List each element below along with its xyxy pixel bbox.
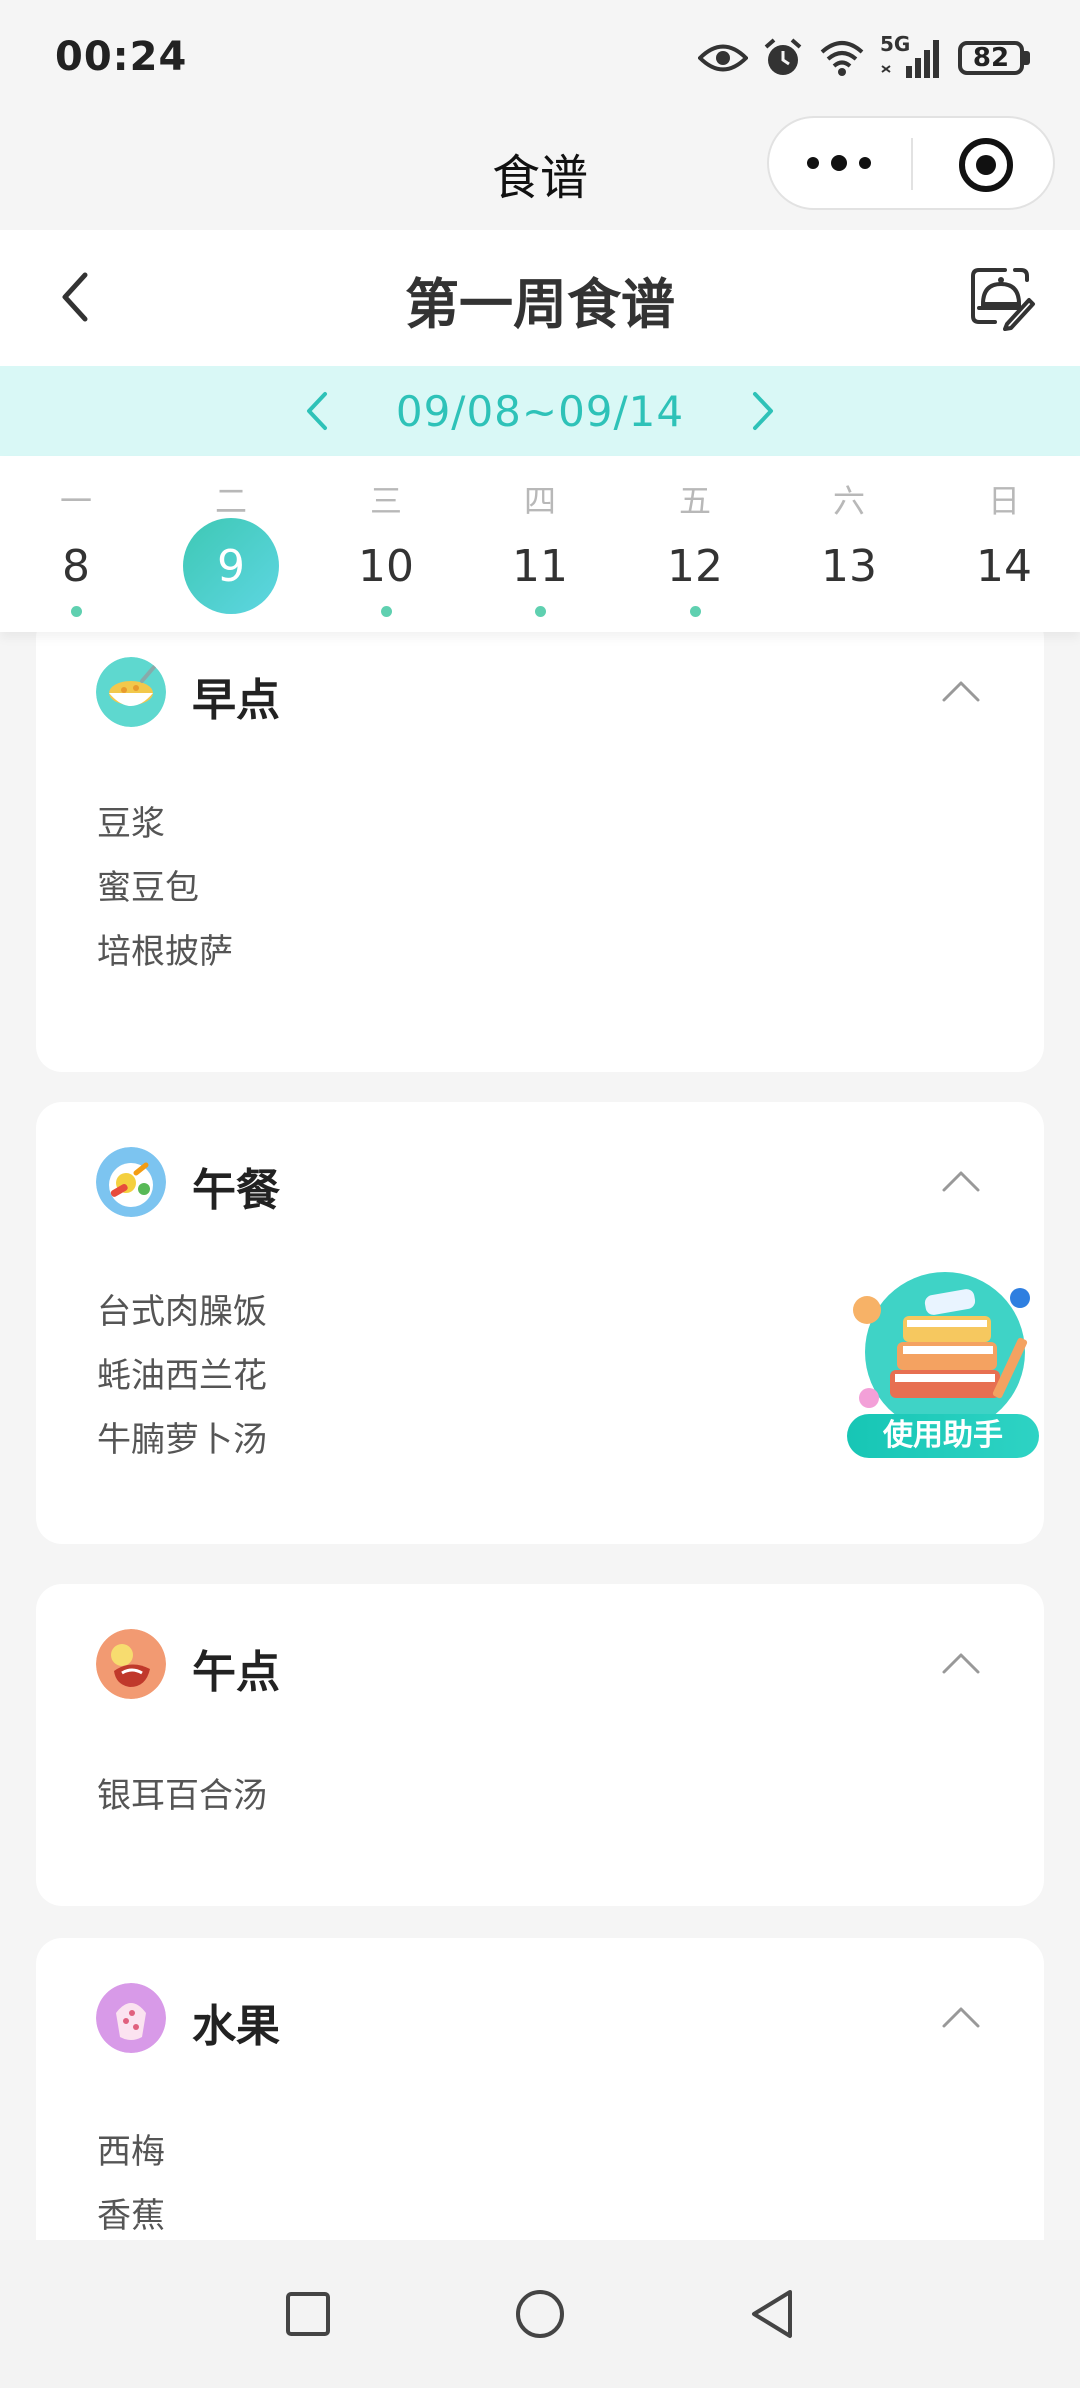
- day-tue[interactable]: 二 9: [171, 456, 291, 632]
- meal-card-fruit: 水果 西梅 香蕉: [36, 1938, 1044, 2240]
- day-wed[interactable]: 三 10: [326, 456, 446, 632]
- meal-title: 水果: [192, 2001, 280, 2052]
- square-icon: [286, 2292, 330, 2336]
- meal-items: 台式肉臊饭 蚝油西兰花 牛腩萝卜汤: [97, 1280, 267, 1472]
- assistant-label: 使用助手: [847, 1414, 1039, 1458]
- triangle-back-icon: [752, 2290, 792, 2338]
- eye-icon: [698, 44, 748, 72]
- day-number: 12: [667, 540, 723, 592]
- day-number-selected: 9: [183, 518, 279, 614]
- meal-item: 蚝油西兰花: [97, 1356, 267, 1396]
- battery-icon: 82: [958, 41, 1030, 75]
- menu-dot: [381, 606, 392, 617]
- meal-items: 豆浆 蜜豆包 培根披萨: [97, 792, 233, 984]
- meal-items: 银耳百合汤: [97, 1764, 267, 1828]
- day-number: 10: [358, 540, 414, 592]
- meal-title: 午餐: [192, 1165, 280, 1216]
- meal-item: 银耳百合汤: [97, 1776, 267, 1816]
- day-sun[interactable]: 日 14: [944, 456, 1064, 632]
- meal-items: 西梅 香蕉: [97, 2120, 165, 2240]
- meal-title: 午点: [192, 1647, 280, 1698]
- assistant-button[interactable]: 使用助手: [845, 1262, 1045, 1462]
- weekday-label: 五: [678, 482, 711, 520]
- weekday-label: 六: [832, 482, 865, 520]
- meal-item: 牛腩萝卜汤: [97, 1420, 267, 1460]
- prev-week-button[interactable]: [286, 381, 346, 441]
- system-nav-bar: [0, 2240, 1080, 2388]
- circle-icon: [516, 2290, 564, 2338]
- meal-card-breakfast: 早点 豆浆 蜜豆包 培根披萨: [36, 632, 1044, 1072]
- close-target-icon[interactable]: [959, 138, 1013, 192]
- page-header: 第一周食谱: [0, 230, 1080, 366]
- day-number: 8: [62, 540, 90, 592]
- menu-dot: [535, 606, 546, 617]
- status-time: 00:24: [55, 34, 188, 80]
- meal-item: 豆浆: [97, 804, 165, 844]
- day-mon[interactable]: 一 8: [16, 456, 136, 632]
- weekday-label: 三: [369, 482, 402, 520]
- chevron-up-icon: [942, 2007, 980, 2028]
- battery-level: 82: [958, 41, 1024, 75]
- alarm-icon: [764, 38, 802, 75]
- status-icons: 5G 82: [698, 32, 1030, 82]
- back-nav-button[interactable]: [742, 2284, 802, 2344]
- fruit-icon: [96, 1983, 166, 2053]
- more-icon[interactable]: [769, 118, 909, 208]
- chevron-up-icon: [942, 1171, 980, 1192]
- menu-dot: [71, 606, 82, 617]
- day-number: 11: [512, 540, 568, 592]
- meal-item: 台式肉臊饭: [97, 1292, 267, 1332]
- meal-item: 蜜豆包: [97, 868, 199, 908]
- meal-item: 培根披萨: [97, 932, 233, 972]
- week-range: 09/08~09/14: [395, 386, 685, 436]
- chevron-right-icon: [753, 392, 774, 430]
- home-button[interactable]: [510, 2284, 570, 2344]
- snack-icon: [96, 1629, 166, 1699]
- chevron-left-icon: [306, 392, 327, 430]
- day-number: 14: [976, 540, 1032, 592]
- menu-dot: [690, 606, 701, 617]
- books-icon: [853, 1272, 1030, 1432]
- chevron-up-icon: [942, 681, 980, 702]
- next-week-button[interactable]: [734, 381, 794, 441]
- collapse-button[interactable]: [936, 1160, 986, 1200]
- collapse-button[interactable]: [936, 1642, 986, 1682]
- day-fri[interactable]: 五 12: [635, 456, 755, 632]
- meal-item: 西梅: [97, 2132, 165, 2172]
- day-thu[interactable]: 四 11: [480, 456, 600, 632]
- recents-button[interactable]: [278, 2284, 338, 2344]
- wifi-icon: [820, 41, 864, 76]
- meal-title: 早点: [192, 675, 280, 726]
- week-switcher: 09/08~09/14: [0, 366, 1080, 456]
- plate-icon: [96, 1147, 166, 1217]
- weekday-label: 一: [59, 482, 92, 520]
- day-number: 13: [821, 540, 877, 592]
- weekday-label: 日: [987, 482, 1020, 520]
- day-sat[interactable]: 六 13: [789, 456, 909, 632]
- meal-item: 香蕉: [97, 2196, 165, 2236]
- menu-edit-button[interactable]: [965, 260, 1037, 332]
- day-selector: 一 8 二 9 三 10 四 11 五 12 六 13 日 14: [0, 456, 1080, 632]
- menu-edit-icon: [971, 268, 1035, 331]
- status-bar: 00:24 5G 82: [0, 0, 1080, 120]
- signal-icon: 5G: [880, 32, 944, 80]
- capsule-menu: [767, 116, 1055, 210]
- collapse-button[interactable]: [936, 1996, 986, 2036]
- weekday-label: 二: [214, 482, 247, 520]
- page-title: 第一周食谱: [405, 273, 675, 336]
- soup-bowl-icon: [96, 657, 166, 727]
- weekday-label: 四: [523, 482, 556, 520]
- chevron-up-icon: [942, 1653, 980, 1674]
- meal-card-snack: 午点 银耳百合汤: [36, 1584, 1044, 1906]
- collapse-button[interactable]: [936, 670, 986, 710]
